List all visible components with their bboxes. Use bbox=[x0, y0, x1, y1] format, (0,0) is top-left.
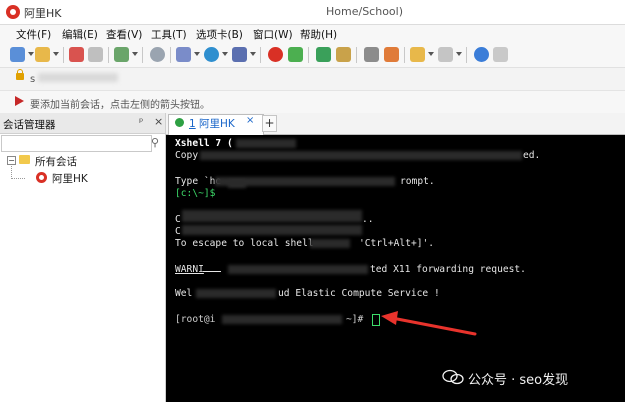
layout-icon[interactable] bbox=[438, 47, 453, 62]
properties-icon[interactable] bbox=[114, 47, 129, 62]
terminal-line: Copy bbox=[175, 150, 199, 161]
window-title: 阿里HK bbox=[24, 7, 62, 20]
pin-icon[interactable]: ᵖ bbox=[139, 117, 143, 128]
session-search-input[interactable] bbox=[1, 135, 152, 152]
tab-title: 阿里HK bbox=[199, 118, 235, 130]
redacted-text bbox=[310, 239, 350, 248]
toolbar-separator bbox=[308, 47, 309, 63]
menu-bar: 文件(F) 编辑(E) 查看(V) 工具(T) 选项卡(B) 窗口(W) 帮助(… bbox=[0, 25, 625, 43]
connect-icon[interactable] bbox=[69, 47, 84, 62]
watermark-text: 公众号 · seo发现 bbox=[468, 373, 569, 388]
find-icon[interactable] bbox=[150, 47, 165, 62]
keyboard-icon[interactable] bbox=[364, 47, 379, 62]
chevron-down-icon[interactable] bbox=[132, 52, 138, 56]
terminal-prompt-line: [root@i bbox=[175, 314, 216, 325]
window-path-title: Home/School) bbox=[326, 5, 403, 18]
redacted-text bbox=[222, 315, 342, 324]
terminal-line: ed. bbox=[523, 150, 541, 161]
close-icon[interactable]: × bbox=[154, 115, 163, 128]
terminal-line: Wel bbox=[175, 288, 193, 299]
chat-icon[interactable] bbox=[493, 47, 508, 62]
tab-index: 1 bbox=[189, 118, 196, 130]
terminal-warning: WARNI bbox=[175, 264, 204, 275]
toolbar-separator bbox=[142, 47, 143, 63]
terminal-line: To escape to local shell bbox=[175, 238, 314, 249]
xshell-session-icon bbox=[36, 172, 47, 183]
menu-tools[interactable]: 工具(T) bbox=[151, 27, 187, 42]
redacted-text bbox=[200, 151, 522, 160]
transfer-icon[interactable] bbox=[176, 47, 191, 62]
add-icon[interactable] bbox=[410, 47, 425, 62]
terminal-line: ud Elastic Compute Service ! bbox=[278, 288, 440, 299]
wechat-icon bbox=[442, 369, 464, 385]
terminal-line: 'Ctrl+Alt+]'. bbox=[359, 238, 435, 249]
xshell-icon[interactable] bbox=[268, 47, 283, 62]
terminal-prompt: [c:\~]$ bbox=[175, 188, 216, 199]
open-folder-icon[interactable] bbox=[35, 47, 50, 62]
redacted-text bbox=[182, 210, 362, 222]
redacted-text bbox=[196, 289, 276, 298]
chevron-down-icon[interactable] bbox=[53, 52, 59, 56]
padlock-icon bbox=[16, 69, 24, 80]
connected-status-icon bbox=[175, 118, 184, 127]
terminal-line: C bbox=[175, 214, 181, 225]
terminal-line: rompt. bbox=[400, 176, 435, 187]
toolbar-separator bbox=[170, 47, 171, 63]
terminal-cursor bbox=[372, 314, 380, 326]
redacted-text bbox=[228, 180, 246, 188]
menu-view[interactable]: 查看(V) bbox=[106, 27, 142, 42]
menu-edit[interactable]: 编辑(E) bbox=[62, 27, 98, 42]
menu-tabs[interactable]: 选项卡(B) bbox=[196, 27, 243, 42]
menu-file[interactable]: 文件(F) bbox=[16, 27, 51, 42]
chevron-down-icon[interactable] bbox=[28, 52, 34, 56]
tree-connector bbox=[12, 178, 25, 180]
tree-collapse-toggle[interactable]: − bbox=[7, 156, 16, 165]
lock-icon[interactable] bbox=[336, 47, 351, 62]
toolbar-separator bbox=[63, 47, 64, 63]
chevron-down-icon[interactable] bbox=[428, 52, 434, 56]
new-session-icon[interactable] bbox=[10, 47, 25, 62]
redacted-text bbox=[182, 225, 362, 235]
globe-icon[interactable] bbox=[204, 47, 219, 62]
xshell-logo-icon bbox=[6, 5, 20, 19]
redacted-text bbox=[236, 139, 296, 148]
toolbar-separator bbox=[466, 47, 467, 63]
close-tab-icon[interactable]: × bbox=[246, 115, 254, 126]
help-icon[interactable] bbox=[474, 47, 489, 62]
title-bar bbox=[0, 0, 625, 25]
xftp-icon[interactable] bbox=[288, 47, 303, 62]
redacted-address bbox=[38, 73, 118, 82]
terminal-line: ted X11 forwarding request. bbox=[370, 264, 526, 275]
chevron-down-icon[interactable] bbox=[194, 52, 200, 56]
tree-item-all-sessions[interactable]: 所有会话 bbox=[35, 154, 77, 169]
tab-label: 1 阿里HK bbox=[189, 116, 235, 131]
chevron-down-icon[interactable] bbox=[456, 52, 462, 56]
menu-window[interactable]: 窗口(W) bbox=[253, 27, 293, 42]
toolbar-separator bbox=[108, 47, 109, 63]
chevron-down-icon[interactable] bbox=[222, 52, 228, 56]
search-icon[interactable]: ⚲ bbox=[151, 136, 159, 149]
redacted-text bbox=[228, 265, 368, 274]
toolbar-separator bbox=[356, 47, 357, 63]
terminal-line: .. bbox=[362, 214, 374, 225]
hint-text: 要添加当前会话，点击左侧的箭头按钮。 bbox=[30, 100, 210, 111]
disconnect-icon[interactable] bbox=[88, 47, 103, 62]
folder-icon bbox=[19, 155, 30, 164]
fullscreen-icon[interactable] bbox=[316, 47, 331, 62]
menu-help[interactable]: 帮助(H) bbox=[300, 27, 337, 42]
chevron-down-icon[interactable] bbox=[250, 52, 256, 56]
toolbar-separator bbox=[404, 47, 405, 63]
toolbar bbox=[0, 43, 625, 68]
session-manager-title: 会话管理器 bbox=[3, 119, 56, 131]
underline-mark bbox=[203, 271, 221, 272]
highlight-pen-icon[interactable] bbox=[384, 47, 399, 62]
new-tab-button[interactable]: + bbox=[262, 115, 277, 132]
terminal-line: Xshell 7 ( bbox=[175, 138, 233, 149]
tree-item-session[interactable]: 阿里HK bbox=[52, 171, 88, 186]
terminal-prompt-end: ~]# bbox=[346, 314, 364, 325]
font-icon[interactable] bbox=[232, 47, 247, 62]
toolbar-separator bbox=[260, 47, 261, 63]
terminal-line: C bbox=[175, 226, 181, 237]
